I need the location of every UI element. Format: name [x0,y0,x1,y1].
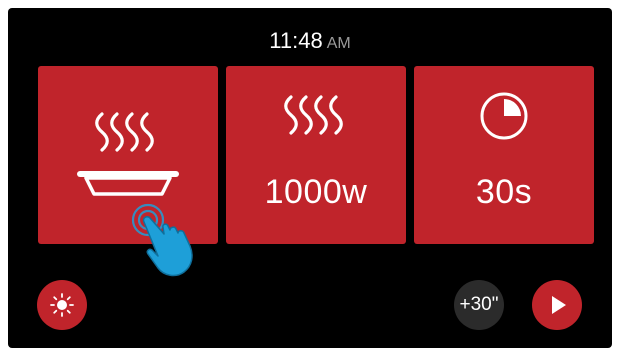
clock-period: AM [326,35,351,52]
power-value: 1000w [264,173,368,211]
heat-waves-icon [284,95,343,135]
timer-clock-icon [480,92,528,140]
tap-gesture-hand-icon [131,203,193,277]
add-30-seconds-button[interactable]: +30" [454,280,504,330]
start-button[interactable] [532,280,582,330]
cook-time-tile[interactable]: 30s [414,66,594,244]
play-icon [552,296,566,314]
light-button[interactable] [37,280,87,330]
clock-time: 11:48 [269,28,323,53]
microwave-display: 11:48 AM 1000w 30s +30" [8,8,612,348]
cook-time-value: 30s [475,173,533,211]
clock: 11:48 AM [8,28,612,57]
power-tile[interactable]: 1000w [226,66,406,244]
sun-icon [50,293,74,317]
